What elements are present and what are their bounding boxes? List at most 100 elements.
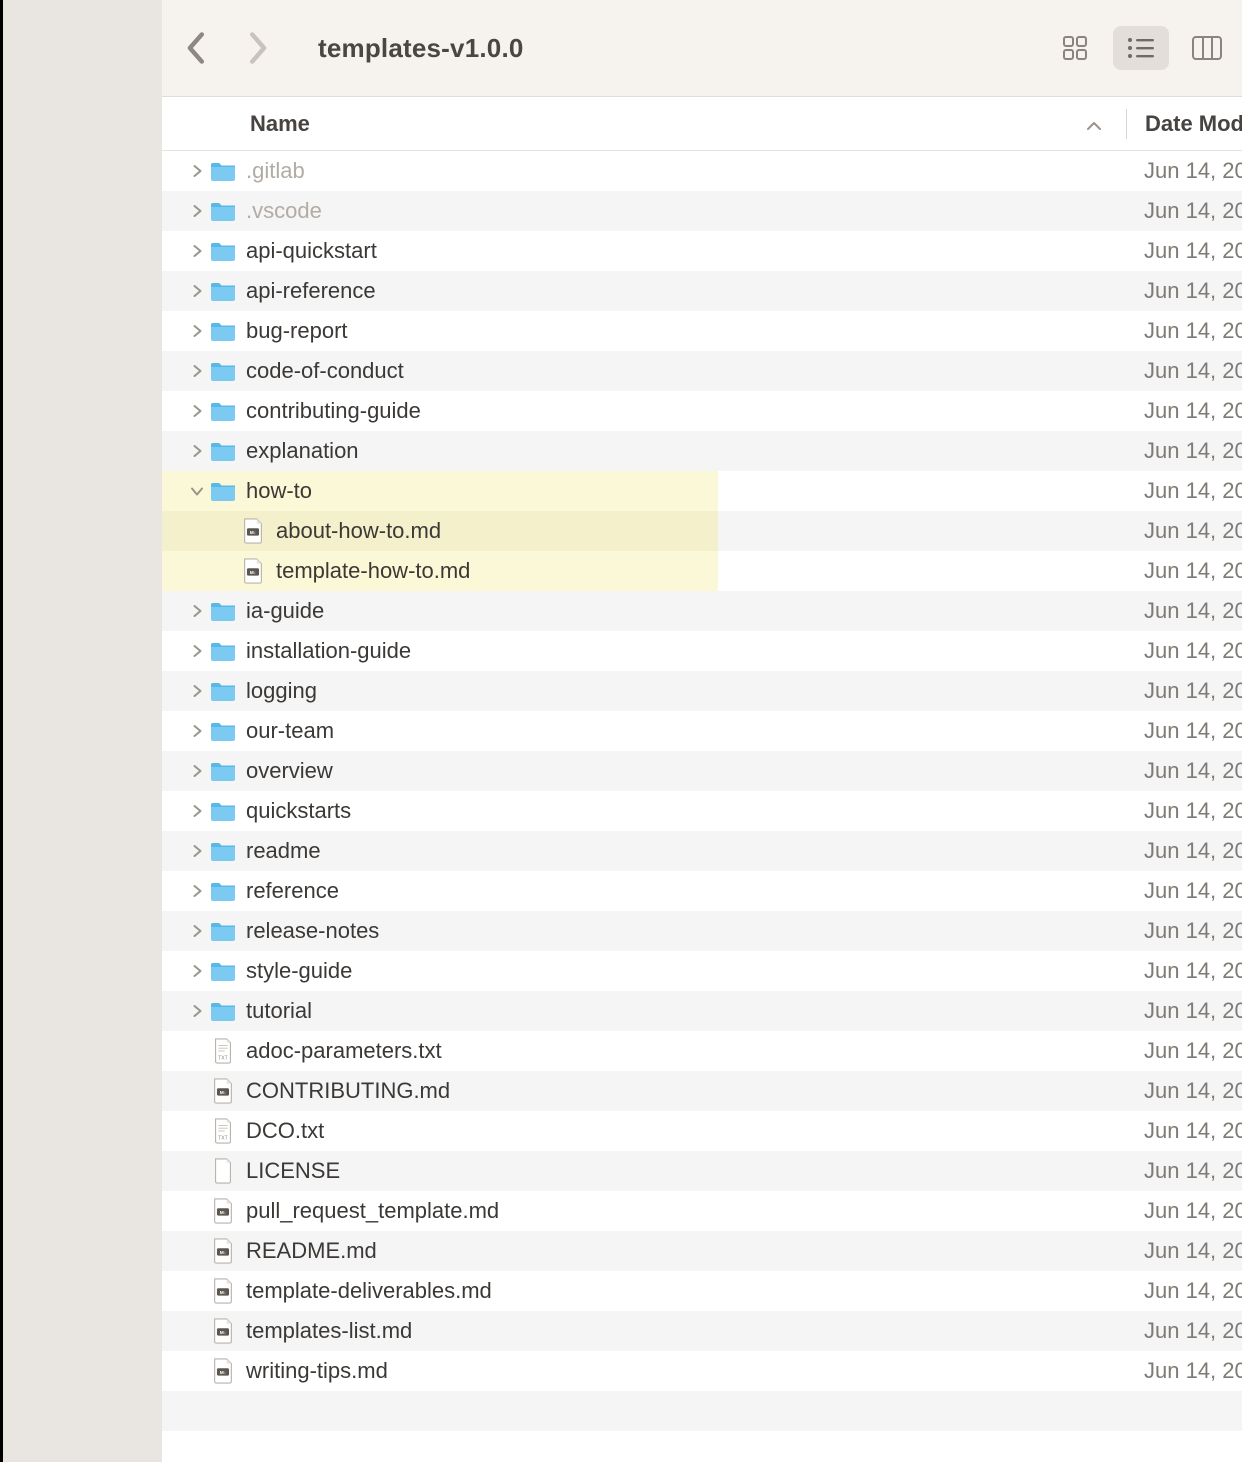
folder-icon <box>208 161 238 182</box>
file-date-label: Jun 14, 20 <box>1126 1278 1242 1304</box>
row-name-area: M↓ pull_request_template.md <box>162 1191 1126 1231</box>
row-name-area: TXT adoc-parameters.txt <box>162 1031 1126 1071</box>
file-name-label: installation-guide <box>246 638 411 664</box>
file-list[interactable]: .gitlabJun 14, 20 .vscodeJun 14, 20 api-… <box>162 151 1242 1462</box>
forward-button[interactable] <box>248 31 270 65</box>
folder-row[interactable]: contributing-guideJun 14, 20 <box>162 391 1242 431</box>
folder-row[interactable]: quickstartsJun 14, 20 <box>162 791 1242 831</box>
chevron-right-icon[interactable] <box>186 164 208 178</box>
folder-row[interactable]: explanationJun 14, 20 <box>162 431 1242 471</box>
md-icon: M↓ <box>208 1198 238 1224</box>
file-name-label: our-team <box>246 718 334 744</box>
folder-row[interactable]: loggingJun 14, 20 <box>162 671 1242 711</box>
file-row[interactable]: M↓ README.mdJun 14, 20 <box>162 1231 1242 1271</box>
row-name-area: overview <box>162 751 1126 791</box>
folder-row[interactable]: code-of-conduct Jun 14, 20 <box>162 351 1242 391</box>
file-name-label: bug-report <box>246 318 348 344</box>
chevron-right-icon[interactable] <box>186 444 208 458</box>
file-name-label: code-of-conduct <box>246 358 404 384</box>
chevron-right-icon[interactable] <box>186 244 208 258</box>
chevron-right-icon[interactable] <box>186 844 208 858</box>
folder-row[interactable]: our-team Jun 14, 20 <box>162 711 1242 751</box>
folder-icon <box>208 401 238 422</box>
file-date-label: Jun 14, 20 <box>1126 358 1242 384</box>
chevron-right-icon[interactable] <box>186 1004 208 1018</box>
chevron-right-icon[interactable] <box>186 284 208 298</box>
file-name-label: logging <box>246 678 317 704</box>
folder-icon <box>208 841 238 862</box>
row-name-area: LICENSE <box>162 1151 1126 1191</box>
chevron-right-icon[interactable] <box>186 324 208 338</box>
md-icon: M↓ <box>238 518 268 544</box>
column-header-name[interactable]: Name <box>162 97 1126 150</box>
file-date-label: Jun 14, 20 <box>1126 318 1242 344</box>
folder-row[interactable]: installation-guideJun 14, 20 <box>162 631 1242 671</box>
folder-row[interactable]: .gitlabJun 14, 20 <box>162 151 1242 191</box>
file-date-label: Jun 14, 20 <box>1126 958 1242 984</box>
column-view-button[interactable] <box>1179 26 1235 70</box>
file-name-label: tutorial <box>246 998 312 1024</box>
file-date-label: Jun 14, 20 <box>1126 158 1242 184</box>
folder-row[interactable]: ia-guideJun 14, 20 <box>162 591 1242 631</box>
md-icon: M↓ <box>208 1238 238 1264</box>
folder-row[interactable]: api-quickstartJun 14, 20 <box>162 231 1242 271</box>
row-name-area: M↓ templates-list.md <box>162 1311 1126 1351</box>
chevron-down-icon[interactable] <box>186 486 208 497</box>
file-row[interactable]: M↓ CONTRIBUTING.mdJun 14, 20 <box>162 1071 1242 1111</box>
folder-row[interactable]: style-guideJun 14, 20 <box>162 951 1242 991</box>
file-row[interactable]: M↓ writing-tips.mdJun 14, 20 <box>162 1351 1242 1391</box>
file-name-label: api-quickstart <box>246 238 377 264</box>
file-date-label: Jun 14, 20 <box>1126 478 1242 504</box>
md-icon: M↓ <box>208 1358 238 1384</box>
chevron-right-icon[interactable] <box>186 724 208 738</box>
chevron-right-icon[interactable] <box>186 684 208 698</box>
row-name-area: release-notes <box>162 911 1126 951</box>
file-row[interactable]: M↓ templates-list.mdJun 14, 20 <box>162 1311 1242 1351</box>
chevron-right-icon[interactable] <box>186 644 208 658</box>
row-name-area: .vscode <box>162 191 1126 231</box>
folder-row[interactable]: how-toJun 14, 20 <box>162 471 1242 511</box>
folder-row[interactable]: readmeJun 14, 20 <box>162 831 1242 871</box>
file-row[interactable]: TXT adoc-parameters.txtJun 14, 20 <box>162 1031 1242 1071</box>
icon-view-button[interactable] <box>1047 26 1103 70</box>
folder-row[interactable]: release-notesJun 14, 20 <box>162 911 1242 951</box>
file-row[interactable]: M↓ template-how-to.mdJun 14, 20 <box>162 551 1242 591</box>
folder-row[interactable]: api-referenceJun 14, 20 <box>162 271 1242 311</box>
chevron-right-icon[interactable] <box>186 364 208 378</box>
file-row[interactable]: TXT DCO.txtJun 14, 20 <box>162 1111 1242 1151</box>
folder-icon <box>208 881 238 902</box>
md-icon: M↓ <box>238 558 268 584</box>
chevron-right-icon[interactable] <box>186 404 208 418</box>
file-date-label: Jun 14, 20 <box>1126 718 1242 744</box>
chevron-right-icon[interactable] <box>186 204 208 218</box>
chevron-right-icon[interactable] <box>186 804 208 818</box>
svg-text:M↓: M↓ <box>250 570 256 576</box>
folder-row[interactable]: bug-report Jun 14, 20 <box>162 311 1242 351</box>
chevron-right-icon[interactable] <box>186 604 208 618</box>
folder-row[interactable]: overviewJun 14, 20 <box>162 751 1242 791</box>
list-view-button[interactable] <box>1113 26 1169 70</box>
folder-row[interactable]: referenceJun 14, 20 <box>162 871 1242 911</box>
file-date-label: Jun 14, 20 <box>1126 1238 1242 1264</box>
folder-row[interactable]: .vscodeJun 14, 20 <box>162 191 1242 231</box>
svg-text:TXT: TXT <box>218 1055 228 1061</box>
row-name-area: bug-report <box>162 311 1126 351</box>
column-header-date[interactable]: Date Modif <box>1127 111 1242 137</box>
file-row[interactable]: LICENSEJun 14, 20 <box>162 1151 1242 1191</box>
column-header-name-label: Name <box>250 111 310 137</box>
file-name-label: template-deliverables.md <box>246 1278 492 1304</box>
sidebar[interactable] <box>0 0 162 1462</box>
file-row[interactable]: M↓ about-how-to.mdJun 14, 20 <box>162 511 1242 551</box>
file-name-label: LICENSE <box>246 1158 340 1184</box>
back-button[interactable] <box>184 31 206 65</box>
folder-row[interactable]: tutorialJun 14, 20 <box>162 991 1242 1031</box>
chevron-right-icon[interactable] <box>186 924 208 938</box>
chevron-right-icon[interactable] <box>186 964 208 978</box>
file-row[interactable]: M↓ pull_request_template.mdJun 14, 20 <box>162 1191 1242 1231</box>
row-name-area: our-team <box>162 711 1126 751</box>
chevron-right-icon[interactable] <box>186 884 208 898</box>
file-row[interactable]: M↓ template-deliverables.mdJun 14, 20 <box>162 1271 1242 1311</box>
chevron-right-icon[interactable] <box>186 764 208 778</box>
folder-icon <box>208 961 238 982</box>
row-name-area: installation-guide <box>162 631 1126 671</box>
